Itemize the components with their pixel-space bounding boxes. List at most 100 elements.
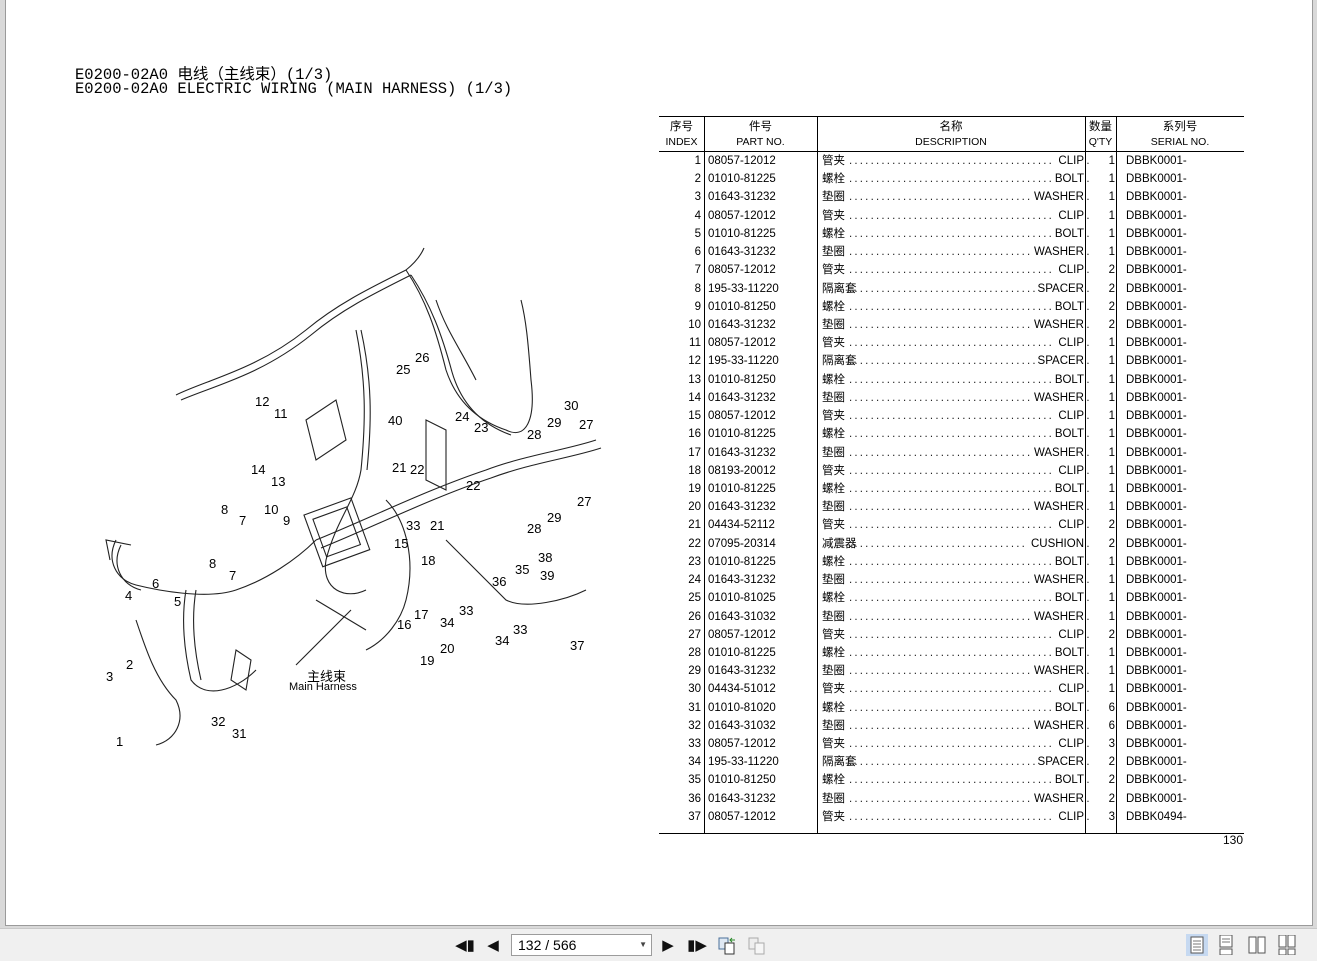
description-cn-cell: 螺栓 <box>822 646 845 659</box>
serial-number-cell: DBBK0001- <box>1126 410 1187 423</box>
description-cn-cell: 螺栓 <box>822 428 845 441</box>
serial-number-cell: DBBK0001- <box>1126 610 1187 623</box>
go-back-view-icon <box>718 937 735 955</box>
serial-number-cell: DBBK0001- <box>1126 628 1187 641</box>
callout-number: 9 <box>283 513 290 528</box>
description-cn-cell: 管夹 <box>822 209 845 222</box>
page-number: 130 <box>1223 833 1244 847</box>
part-number-cell: 08057-12012 <box>708 209 776 222</box>
table-row: 23 01010-81225 螺栓.........................… <box>659 552 1244 571</box>
callout-number: 7 <box>229 568 236 583</box>
quantity-cell: 1 <box>1108 191 1115 204</box>
callout-number: 12 <box>255 394 269 409</box>
single-page-view-button[interactable] <box>1186 934 1208 956</box>
part-number-cell: 01010-81225 <box>708 482 776 495</box>
serial-number-cell: DBBK0001- <box>1126 774 1187 787</box>
description-cn-cell: 垫圈 <box>822 446 845 459</box>
part-number-cell: 08057-12012 <box>708 628 776 641</box>
dot-leader: ........................................… <box>849 264 1089 277</box>
part-number-cell: 01010-81225 <box>708 555 776 568</box>
serial-number-cell: DBBK0001- <box>1126 155 1187 167</box>
callout-number: 10 <box>264 502 278 517</box>
table-row: 20 01643-31232 垫圈.........................… <box>659 498 1244 517</box>
callout-number: 25 <box>396 362 410 377</box>
part-number-cell: 08057-12012 <box>708 264 776 277</box>
part-number-cell: 04434-51012 <box>708 683 776 696</box>
go-forward-view-button[interactable] <box>746 935 768 955</box>
part-number-cell: 08057-12012 <box>708 738 776 751</box>
description-en-cell: WASHER <box>1030 662 1084 681</box>
callout-number: 6 <box>152 576 159 591</box>
continuous-view-button[interactable] <box>1215 934 1237 956</box>
callout-number: 8 <box>209 556 216 571</box>
part-number-cell: 01643-31232 <box>708 574 776 587</box>
index-cell: 26 <box>688 610 701 623</box>
last-page-button[interactable]: ▮▶ <box>686 935 708 955</box>
continuous-facing-view-button[interactable] <box>1276 934 1298 956</box>
callout-number: 11 <box>274 406 288 421</box>
description-cn-cell: 螺栓 <box>822 555 845 568</box>
table-row: 4 08057-12012 管夹..........................… <box>659 206 1244 225</box>
description-en-cell: BOLT <box>1051 370 1084 389</box>
part-number-cell: 01010-81250 <box>708 373 776 386</box>
description-cn-cell: 垫圈 <box>822 574 845 587</box>
callout-number: 4 <box>125 588 132 603</box>
facing-view-button[interactable] <box>1246 934 1268 956</box>
callout-number: 30 <box>564 398 578 413</box>
continuous-facing-view-icon <box>1278 935 1296 955</box>
description-en-cell: WASHER <box>1030 315 1084 334</box>
part-number-cell: 01010-81020 <box>708 701 776 714</box>
index-cell: 3 <box>694 191 701 204</box>
description-cn-cell: 垫圈 <box>822 501 845 514</box>
callout-number: 40 <box>388 413 402 428</box>
table-row: 9 01010-81250 螺栓..........................… <box>659 297 1244 316</box>
previous-page-button[interactable]: ◀ <box>484 935 502 955</box>
callout-number: 27 <box>579 417 593 432</box>
quantity-cell: 1 <box>1108 428 1115 441</box>
harness-drawing <box>105 247 602 746</box>
index-cell: 11 <box>689 337 701 350</box>
part-number-cell: 195-33-11220 <box>708 282 779 295</box>
first-page-button[interactable]: ◀▮ <box>455 935 475 955</box>
quantity-cell: 1 <box>1108 464 1115 477</box>
dot-leader: ........................................… <box>849 628 1089 641</box>
callout-number: 31 <box>232 726 246 741</box>
description-en-cell: WASHER <box>1030 716 1084 735</box>
index-cell: 36 <box>688 792 701 805</box>
next-page-button[interactable]: ▶ <box>659 935 677 955</box>
callout-number: 33 <box>459 603 473 618</box>
go-forward-view-icon <box>748 937 765 955</box>
serial-number-cell: DBBK0001- <box>1126 646 1187 659</box>
serial-number-cell: DBBK0001- <box>1126 519 1187 532</box>
quantity-cell: 1 <box>1108 337 1115 350</box>
callout-number: 2 <box>126 657 133 672</box>
parts-table: 序号 INDEX 件号 PART NO. 名称 DESCRIPTION 数量 Q'TY … <box>659 116 1244 834</box>
serial-number-cell: DBBK0001- <box>1126 464 1187 477</box>
table-row: 17 01643-31232 垫圈.........................… <box>659 443 1244 462</box>
go-back-view-button[interactable] <box>716 935 738 955</box>
quantity-cell: 2 <box>1108 519 1115 532</box>
quantity-cell: 1 <box>1108 173 1115 186</box>
description-cn-cell: 管夹 <box>822 738 845 751</box>
description-en-cell: WASHER <box>1030 188 1084 207</box>
index-cell: 33 <box>688 738 701 751</box>
index-cell: 24 <box>688 574 701 587</box>
index-cell: 15 <box>688 410 701 423</box>
serial-number-cell: DBBK0001- <box>1126 246 1187 259</box>
index-cell: 10 <box>688 318 701 331</box>
callout-number: 22 <box>466 478 480 493</box>
index-cell: 37 <box>688 810 701 823</box>
dot-leader: ........................................… <box>849 519 1089 532</box>
dot-leader: ........................................… <box>849 464 1089 477</box>
description-en-cell: BOLT <box>1051 552 1084 571</box>
quantity-cell: 2 <box>1108 537 1115 550</box>
index-cell: 7 <box>694 264 701 277</box>
description-en-cell: CLIP <box>1055 735 1084 754</box>
serial-number-cell: DBBK0001- <box>1126 209 1187 222</box>
page-selector[interactable]: 132 / 566 ▼ <box>511 934 652 956</box>
table-row: 14 01643-31232 垫圈.........................… <box>659 388 1244 407</box>
table-row: 25 01010-81025 螺栓.........................… <box>659 589 1244 608</box>
description-cn-cell: 管夹 <box>822 810 845 823</box>
index-cell: 13 <box>688 373 701 386</box>
table-row: 33 08057-12012 管夹.........................… <box>659 735 1244 754</box>
